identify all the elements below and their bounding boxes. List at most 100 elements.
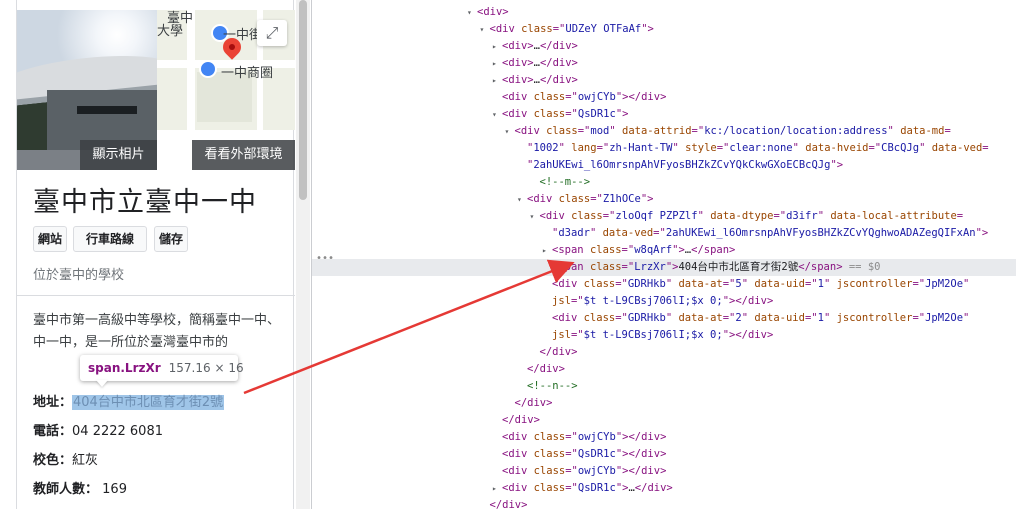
address-value[interactable]: 404台中市北區育才街2號: [72, 395, 225, 410]
show-photos-button[interactable]: 顯示相片: [80, 140, 157, 170]
dom-token-val: owjCYb: [577, 465, 616, 477]
dom-token-tag: =: [944, 125, 951, 137]
expand-triangle-icon[interactable]: ▸: [542, 242, 552, 259]
dom-node[interactable]: <!--m-->: [312, 174, 1016, 191]
dom-node[interactable]: ▾ <div>: [312, 4, 1016, 21]
dom-token-tag: ": [963, 312, 970, 324]
dom-node[interactable]: ▸ <div>…</div>: [312, 38, 1016, 55]
dom-token-val: Z1hOCe: [602, 193, 641, 205]
dom-node[interactable]: <div class="QsDR1c"></div>: [312, 446, 1016, 463]
expand-triangle-icon[interactable]: ▸: [492, 38, 502, 55]
save-button[interactable]: 儲存: [154, 226, 188, 252]
dom-token-attr: class: [533, 448, 566, 460]
directions-button[interactable]: 行車路線: [73, 226, 147, 252]
dom-node[interactable]: </div>: [312, 361, 1016, 378]
collapse-triangle-icon[interactable]: ▾: [517, 191, 527, 208]
collapse-triangle-icon[interactable]: ▾: [530, 208, 540, 225]
dom-token-tag: ">: [665, 261, 679, 273]
dom-token-tag: =": [716, 142, 730, 154]
dom-token-attr: lang: [571, 142, 597, 154]
dom-token-tag: </div>: [539, 57, 578, 69]
dom-token-attr: data-local-attribute: [830, 210, 957, 222]
dom-token-tag: ": [697, 210, 711, 222]
dom-node[interactable]: <div class="GDRHkb" data-at="5" data-uid…: [312, 276, 1016, 293]
dom-token-tag: </span>: [691, 244, 736, 256]
dom-node[interactable]: ▾ <div class="mod" data-attrid="kc:/locat…: [312, 123, 1016, 140]
dom-token-tag: </span>: [798, 261, 843, 273]
dom-node[interactable]: "1002" lang="zh-Hant-TW" style="clear:no…: [312, 140, 1016, 157]
dom-token-val: 2ahUKEwi_l6OmrsnpAhVFyosBHZkZCvYQkCkwGXo…: [533, 159, 831, 171]
phone-value[interactable]: 04 2222 6081: [72, 424, 163, 439]
dom-token-tag: <span: [552, 261, 590, 273]
dom-node[interactable]: ▸ <div class="QsDR1c">…</div>: [312, 480, 1016, 497]
fact-label: 教師人數：: [33, 482, 99, 497]
dom-node[interactable]: ▾ <div class="Z1hOCe">: [312, 191, 1016, 208]
dom-node[interactable]: ▸ <div>…</div>: [312, 55, 1016, 72]
dom-token-tag: <div: [502, 465, 534, 477]
website-button[interactable]: 網站: [33, 226, 67, 252]
dom-node[interactable]: ▾ <div class="zloOqf PZPZlf" data-dtype="…: [312, 208, 1016, 225]
dom-node[interactable]: <div class="GDRHkb" data-at="2" data-uid…: [312, 310, 1016, 327]
dom-token-val: owjCYb: [577, 91, 616, 103]
dom-token-tag: ": [792, 142, 806, 154]
dom-node[interactable]: </div>: [312, 344, 1016, 361]
dom-token-tag: ">: [672, 244, 685, 256]
tooltip-size: 157.16 × 16: [168, 361, 244, 375]
fact-school-color: 校色：紅灰: [33, 449, 98, 468]
collapse-triangle-icon[interactable]: ▾: [492, 106, 502, 123]
dom-node[interactable]: ▸ <span class="w8qArf">…</span>: [312, 242, 1016, 259]
dom-token-tag: =": [565, 448, 578, 460]
dom-node[interactable]: </div>: [312, 412, 1016, 429]
dom-token-tag: "></div>: [615, 465, 667, 477]
dom-node[interactable]: <div class="owjCYb"></div>: [312, 463, 1016, 480]
dom-token-val: UDZeY OTFaAf: [565, 23, 642, 35]
dom-node[interactable]: </div>: [312, 497, 1016, 509]
scrollbar-thumb[interactable]: [299, 0, 307, 200]
dom-token-attr: class: [589, 244, 622, 256]
dom-token-val: d3adr: [558, 227, 590, 239]
map-label: 一中商圈: [221, 66, 274, 81]
dom-token-attr: data-at: [678, 312, 723, 324]
map-poi-icon: [199, 60, 217, 78]
expand-icon[interactable]: ⤢: [257, 20, 287, 46]
dom-token-tag: <div: [539, 210, 572, 222]
dom-node[interactable]: "d3adr" data-ved="2ahUKEwi_l6OmrsnpAhVFy…: [312, 225, 1016, 242]
collapse-triangle-icon[interactable]: ▾: [467, 4, 477, 21]
entity-title: 臺中市立臺中一中: [33, 187, 257, 218]
collapse-triangle-icon[interactable]: ▾: [480, 21, 490, 38]
dom-token-val: QsDR1c: [577, 108, 616, 120]
dom-node[interactable]: "2ahUKEwi_l6OmrsnpAhVFyosBHZkZCvYQkCkwGX…: [312, 157, 1016, 174]
dom-token-tag: ": [919, 142, 932, 154]
expand-triangle-icon[interactable]: ▸: [492, 72, 502, 89]
node-actions-ellipsis[interactable]: •••: [316, 253, 334, 264]
expand-triangle-icon[interactable]: ▸: [492, 480, 502, 497]
dom-token-val: JpM2Oe: [925, 278, 964, 290]
dom-token-tag: <div>: [477, 6, 509, 18]
dom-node-selected[interactable]: <span class="LrzXr">404台中市北區育才街2號</span>…: [312, 259, 1016, 276]
dom-token-val: mod: [590, 125, 610, 137]
dom-node[interactable]: ▾ <div class="QsDR1c">: [312, 106, 1016, 123]
dom-token-attr: data-dtype: [710, 210, 774, 222]
dom-token-tag: ">: [640, 193, 654, 205]
dom-node[interactable]: ▸ <div>…</div>: [312, 72, 1016, 89]
dom-token-dim: == $0: [842, 261, 881, 273]
fact-teachers: 教師人數： 169: [33, 478, 127, 497]
dom-node[interactable]: <!--n-->: [312, 378, 1016, 395]
dom-token-tag: ": [665, 278, 679, 290]
dom-node[interactable]: ▾ <div class="UDZeY OTFaAf">: [312, 21, 1016, 38]
page-scrollbar[interactable]: [296, 0, 310, 509]
see-outside-button[interactable]: 看看外部環境: [192, 140, 295, 170]
dom-token-val: LrzXr: [634, 261, 666, 273]
dom-node[interactable]: </div>: [312, 395, 1016, 412]
dom-node[interactable]: <div class="owjCYb"></div>: [312, 89, 1016, 106]
dom-token-tag: </div>: [539, 74, 578, 86]
collapse-triangle-icon[interactable]: ▾: [505, 123, 515, 140]
dom-node[interactable]: jsl="$t t-L9CBsj706lI;$x 0;"></div>: [312, 293, 1016, 310]
dom-token-tag: ">: [830, 159, 844, 171]
dom-token-tag: =": [602, 210, 616, 222]
dom-token-tag: "></div>: [615, 448, 667, 460]
dom-token-attr: class: [521, 23, 553, 35]
dom-node[interactable]: <div class="owjCYb"></div>: [312, 429, 1016, 446]
dom-node[interactable]: jsl="$t t-L9CBsj706lI;$x 0;"></div>: [312, 327, 1016, 344]
expand-triangle-icon[interactable]: ▸: [492, 55, 502, 72]
